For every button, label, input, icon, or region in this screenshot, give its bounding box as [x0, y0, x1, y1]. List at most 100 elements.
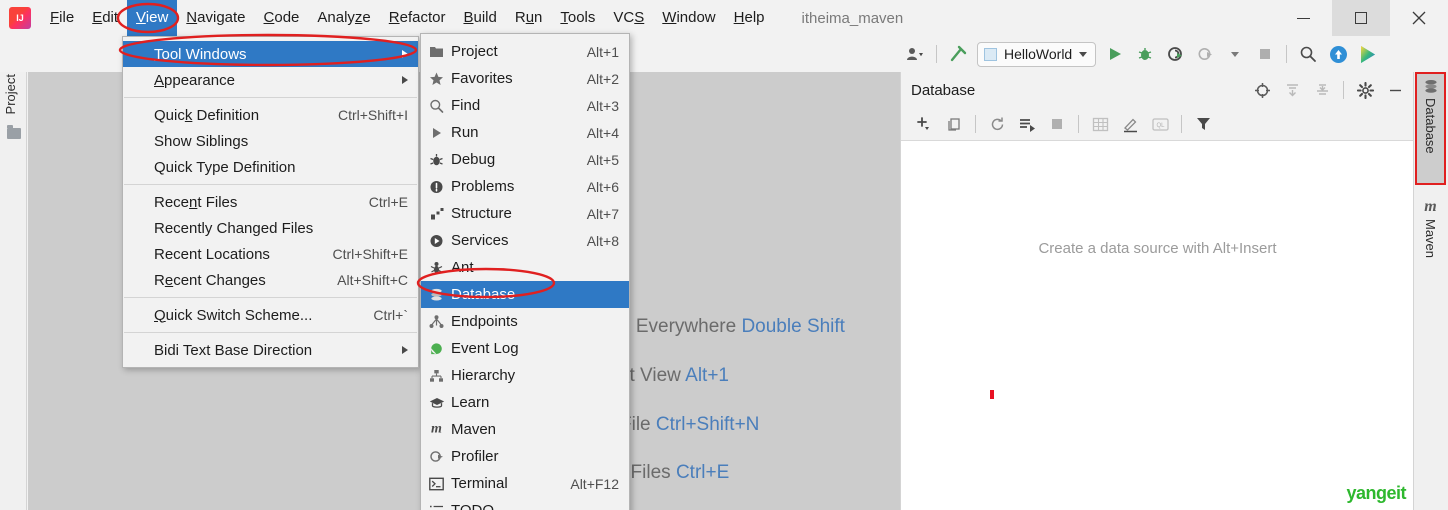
menu-item-learn[interactable]: Learn — [421, 389, 629, 416]
menu-tools[interactable]: Tools — [551, 0, 604, 36]
database-panel-body[interactable]: Create a data source with Alt+Insert yan… — [901, 141, 1414, 510]
menu-run[interactable]: Run — [506, 0, 552, 36]
minimize-button[interactable] — [1274, 0, 1332, 36]
menu-item-event-log[interactable]: Event Log — [421, 335, 629, 362]
menu-item-services[interactable]: Services Alt+8 — [421, 227, 629, 254]
filter-icon[interactable] — [1188, 111, 1218, 137]
close-button[interactable] — [1390, 0, 1448, 36]
user-avatar-icon[interactable] — [900, 41, 930, 67]
menu-item-quick-type-definition[interactable]: Quick Type Definition — [123, 154, 418, 180]
add-icon[interactable] — [909, 111, 939, 137]
menu-item-find[interactable]: Find Alt+3 — [421, 92, 629, 119]
settings-gear-icon[interactable] — [1350, 77, 1380, 103]
stop-icon — [1250, 41, 1280, 67]
maven-icon: m — [1424, 198, 1437, 215]
menu-item-recent-changes[interactable]: Recent Changes Alt+Shift+C — [123, 267, 418, 293]
menu-item-endpoints[interactable]: Endpoints — [421, 308, 629, 335]
menu-view[interactable]: View — [127, 0, 178, 36]
hint-search-everywhere: n Everywhere Double Shift — [620, 316, 845, 337]
profiler-icon[interactable] — [1190, 41, 1220, 67]
menu-item-terminal[interactable]: Terminal Alt+F12 — [421, 470, 629, 497]
database-icon — [428, 286, 445, 303]
chevron-down-icon[interactable] — [1220, 41, 1250, 67]
table-icon — [1085, 111, 1115, 137]
menu-separator — [124, 332, 417, 333]
menu-item-hierarchy[interactable]: Hierarchy — [421, 362, 629, 389]
hammer-build-icon[interactable] — [943, 41, 973, 67]
toolbar-separator-3 — [975, 115, 976, 133]
menu-item-structure[interactable]: Structure Alt+7 — [421, 200, 629, 227]
hierarchy-icon — [428, 367, 445, 384]
run-configuration-selector[interactable]: HelloWorld — [977, 41, 1097, 67]
svg-text:QL: QL — [1156, 123, 1165, 129]
menu-item-debug[interactable]: Debug Alt+5 — [421, 146, 629, 173]
search-icon — [428, 97, 445, 114]
database-tool-window: Database QL Create a data source with Al… — [900, 72, 1414, 510]
menu-item-problems[interactable]: Problems Alt+6 — [421, 173, 629, 200]
menu-item-bidi-text-base-direction[interactable]: Bidi Text Base Direction — [123, 337, 418, 363]
menu-item-quick-definition[interactable]: Quick Definition Ctrl+Shift+I — [123, 102, 418, 128]
event-log-icon — [428, 340, 445, 357]
endpoints-icon — [428, 313, 445, 330]
toolbar-separator — [936, 45, 937, 63]
menu-file[interactable]: File — [41, 0, 83, 36]
menu-bar: File Edit View Navigate Code Analyze Ref… — [41, 0, 774, 36]
warning-icon — [428, 178, 445, 195]
menu-edit[interactable]: Edit — [83, 0, 127, 36]
stop-icon — [1042, 111, 1072, 137]
main-toolbar: HelloWorld — [900, 36, 1448, 72]
structure-icon — [428, 205, 445, 222]
hint-recent-files: t Files Ctrl+E — [620, 462, 730, 483]
menu-item-run[interactable]: Run Alt+4 — [421, 119, 629, 146]
menu-item-profiler[interactable]: Profiler — [421, 443, 629, 470]
menu-item-maven[interactable]: m Maven — [421, 416, 629, 443]
duplicate-icon[interactable] — [939, 111, 969, 137]
menu-item-recent-locations[interactable]: Recent Locations Ctrl+Shift+E — [123, 241, 418, 267]
menu-help[interactable]: Help — [725, 0, 774, 36]
menu-window[interactable]: Window — [653, 0, 724, 36]
run-icon[interactable] — [1100, 41, 1130, 67]
menu-vcs[interactable]: VCS — [604, 0, 653, 36]
ide-feature-icon[interactable] — [1353, 41, 1383, 67]
menu-item-recently-changed-files[interactable]: Recently Changed Files — [123, 215, 418, 241]
maximize-button[interactable] — [1332, 0, 1390, 36]
toolbar-separator-2 — [1286, 45, 1288, 63]
edit-icon — [1115, 111, 1145, 137]
run-with-coverage-icon[interactable] — [1160, 41, 1190, 67]
menu-item-appearance[interactable]: Appearance — [123, 67, 418, 93]
sidebar-item-maven[interactable]: m Maven — [1415, 192, 1446, 284]
menu-build[interactable]: Build — [454, 0, 505, 36]
play-icon — [428, 124, 445, 141]
view-menu-dropdown: Tool Windows Appearance Quick Definition… — [122, 36, 419, 368]
menu-item-ant[interactable]: Ant — [421, 254, 629, 281]
menu-separator — [124, 297, 417, 298]
menu-item-show-siblings[interactable]: Show Siblings — [123, 128, 418, 154]
intellij-idea-logo-icon — [9, 7, 31, 29]
bug-icon — [428, 151, 445, 168]
run-configuration-label: HelloWorld — [1004, 46, 1073, 62]
hide-panel-icon[interactable] — [1380, 77, 1410, 103]
chevron-down-icon — [1079, 51, 1088, 57]
menu-item-recent-files[interactable]: Recent Files Ctrl+E — [123, 189, 418, 215]
sidebar-item-database[interactable]: Database — [1415, 73, 1446, 185]
sync-icon[interactable] — [1012, 111, 1042, 137]
sidebar-item-project[interactable]: Project — [3, 74, 18, 114]
update-project-icon[interactable] — [1323, 41, 1353, 67]
project-name: itheima_maven — [801, 9, 904, 27]
menu-item-tool-windows[interactable]: Tool Windows — [123, 41, 418, 67]
sidebar-item-database-label: Database — [1423, 98, 1438, 154]
search-icon[interactable] — [1293, 41, 1323, 67]
menu-item-todo[interactable]: TODO — [421, 497, 629, 510]
menu-item-favorites[interactable]: Favorites Alt+2 — [421, 65, 629, 92]
menu-item-project[interactable]: Project Alt+1 — [421, 38, 629, 65]
menu-navigate[interactable]: Navigate — [177, 0, 254, 36]
database-panel-title: Database — [911, 81, 976, 99]
menu-item-quick-switch-scheme[interactable]: Quick Switch Scheme... Ctrl+` — [123, 302, 418, 328]
debug-icon[interactable] — [1130, 41, 1160, 67]
menu-refactor[interactable]: Refactor — [380, 0, 455, 36]
menu-analyze[interactable]: Analyze — [308, 0, 379, 36]
menu-code[interactable]: Code — [255, 0, 309, 36]
locate-icon[interactable] — [1247, 77, 1277, 103]
menu-item-database[interactable]: Database — [421, 281, 629, 308]
refresh-icon[interactable] — [982, 111, 1012, 137]
